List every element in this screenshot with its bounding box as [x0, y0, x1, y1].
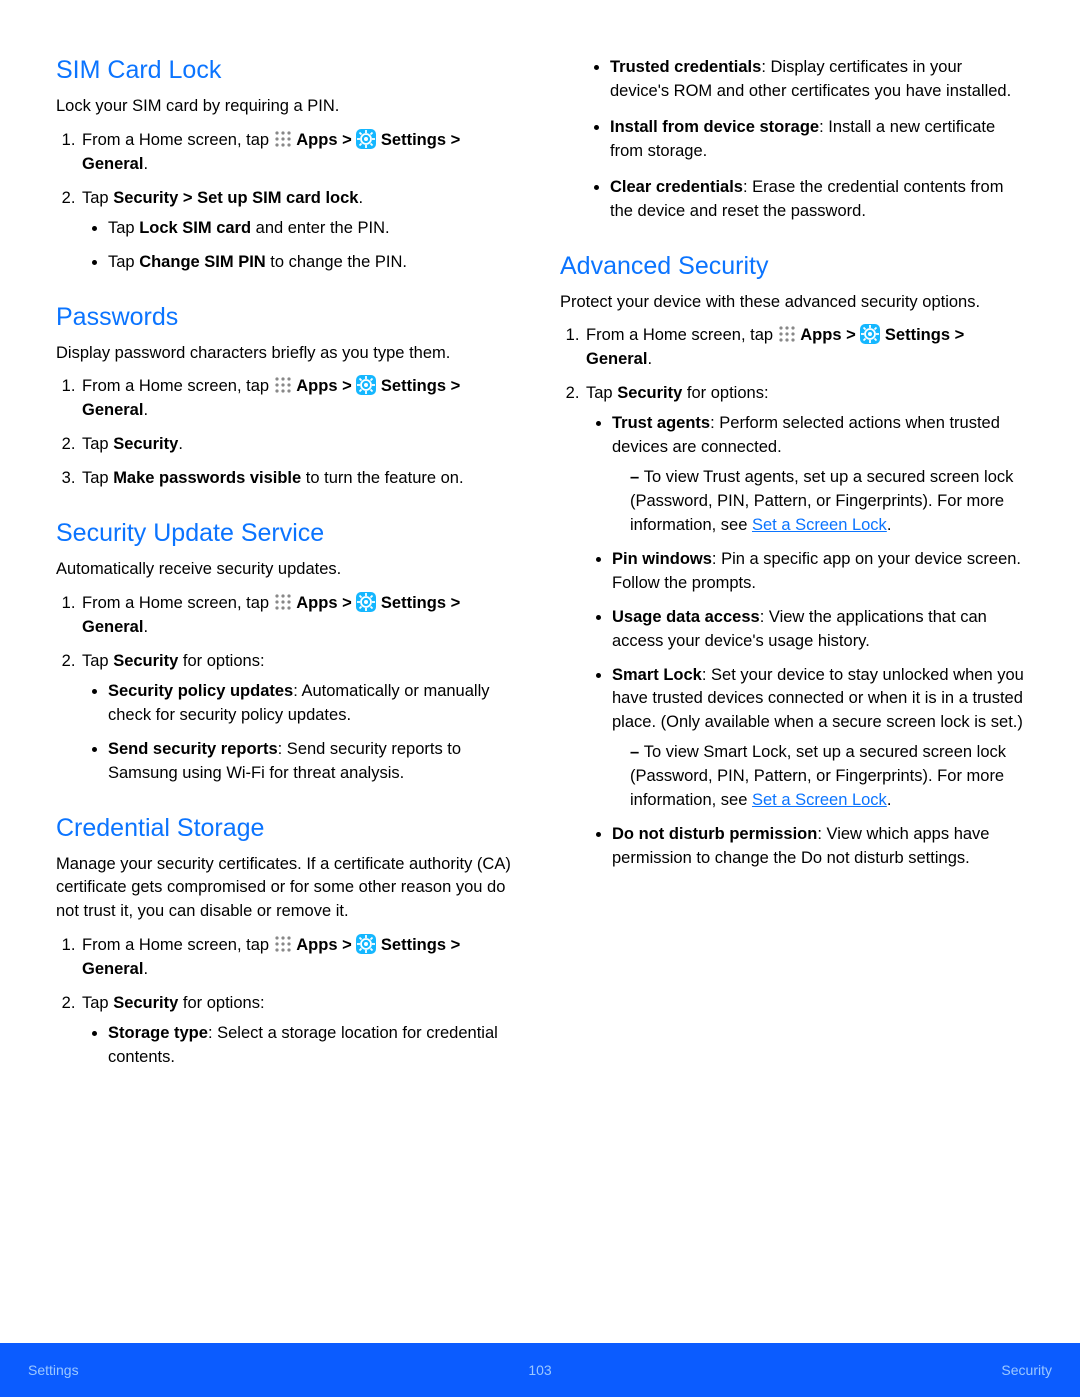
- sim-bullet-lock: Tap Lock SIM card and enter the PIN.: [108, 217, 520, 241]
- adv-bullet-dnd: Do not disturb permission: View which ap…: [612, 823, 1024, 871]
- pw-steps: From a Home screen, tap Apps > Settings …: [56, 375, 520, 491]
- pw-step-3: Tap Make passwords visible to turn the f…: [80, 467, 520, 491]
- settings-icon: [356, 934, 376, 954]
- apps-icon: [274, 935, 292, 953]
- heading-sim: SIM Card Lock: [56, 56, 520, 85]
- cred-intro: Manage your security certificates. If a …: [56, 853, 520, 925]
- adv-bullet-pin: Pin windows: Pin a specific app on your …: [612, 548, 1024, 596]
- settings-icon: [356, 129, 376, 149]
- sim-steps: From a Home screen, tap Apps > Settings …: [56, 129, 520, 275]
- cred-steps: From a Home screen, tap Apps > Settings …: [56, 934, 520, 1070]
- sus-steps: From a Home screen, tap Apps > Settings …: [56, 592, 520, 785]
- apps-icon: [274, 376, 292, 394]
- settings-icon: [356, 375, 376, 395]
- pw-step-1: From a Home screen, tap Apps > Settings …: [80, 375, 520, 423]
- sim-intro: Lock your SIM card by requiring a PIN.: [56, 95, 520, 119]
- apps-icon: [274, 593, 292, 611]
- sus-intro: Automatically receive security updates.: [56, 558, 520, 582]
- right-column: Trusted credentials: Display certificate…: [560, 56, 1024, 1080]
- pw-step-2: Tap Security.: [80, 433, 520, 457]
- settings-icon: [356, 592, 376, 612]
- adv-bullet-smartlock: Smart Lock: Set your device to stay unlo…: [612, 664, 1024, 814]
- cred-bullet-install: Install from device storage: Install a n…: [610, 116, 1024, 164]
- sim-bullet-change: Tap Change SIM PIN to change the PIN.: [108, 251, 520, 275]
- heading-sus: Security Update Service: [56, 519, 520, 548]
- adv-bullet-trust-agents: Trust agents: Perform selected actions w…: [612, 412, 1024, 538]
- sim-step-2: Tap Security > Set up SIM card lock. Tap…: [80, 187, 520, 275]
- adv-sub-smart: To view Smart Lock, set up a secured scr…: [630, 741, 1024, 813]
- heading-advanced: Advanced Security: [560, 252, 1024, 281]
- adv-bullet-usage: Usage data access: View the applications…: [612, 606, 1024, 654]
- cred-bullet-storage: Storage type: Select a storage location …: [108, 1022, 520, 1070]
- adv-step-1: From a Home screen, tap Apps > Settings …: [584, 324, 1024, 372]
- adv-steps: From a Home screen, tap Apps > Settings …: [560, 324, 1024, 870]
- footer-page-number: 103: [0, 1362, 1080, 1378]
- pw-intro: Display password characters briefly as y…: [56, 342, 520, 366]
- page-footer: Settings 103 Security: [0, 1343, 1080, 1397]
- sus-bullet-reports: Send security reports: Send security rep…: [108, 738, 520, 786]
- apps-icon: [778, 325, 796, 343]
- cred-bullet-trusted: Trusted credentials: Display certificate…: [610, 56, 1024, 104]
- apps-icon: [274, 130, 292, 148]
- sus-step-1: From a Home screen, tap Apps > Settings …: [80, 592, 520, 640]
- heading-passwords: Passwords: [56, 303, 520, 332]
- cred-step-1: From a Home screen, tap Apps > Settings …: [80, 934, 520, 982]
- link-screen-lock-2[interactable]: Set a Screen Lock: [752, 791, 887, 809]
- cred-continued: Trusted credentials: Display certificate…: [560, 56, 1024, 224]
- settings-icon: [860, 324, 880, 344]
- link-screen-lock-1[interactable]: Set a Screen Lock: [752, 516, 887, 534]
- left-column: SIM Card Lock Lock your SIM card by requ…: [56, 56, 520, 1080]
- sus-step-2: Tap Security for options: Security polic…: [80, 650, 520, 786]
- page-body: SIM Card Lock Lock your SIM card by requ…: [0, 0, 1080, 1080]
- adv-intro: Protect your device with these advanced …: [560, 291, 1024, 315]
- cred-step-2: Tap Security for options: Storage type: …: [80, 992, 520, 1070]
- sus-bullet-policy: Security policy updates: Automatically o…: [108, 680, 520, 728]
- sim-step-1: From a Home screen, tap Apps > Settings …: [80, 129, 520, 177]
- cred-bullet-clear: Clear credentials: Erase the credential …: [610, 176, 1024, 224]
- adv-sub-trust: To view Trust agents, set up a secured s…: [630, 466, 1024, 538]
- adv-step-2: Tap Security for options: Trust agents: …: [584, 382, 1024, 871]
- heading-credential: Credential Storage: [56, 814, 520, 843]
